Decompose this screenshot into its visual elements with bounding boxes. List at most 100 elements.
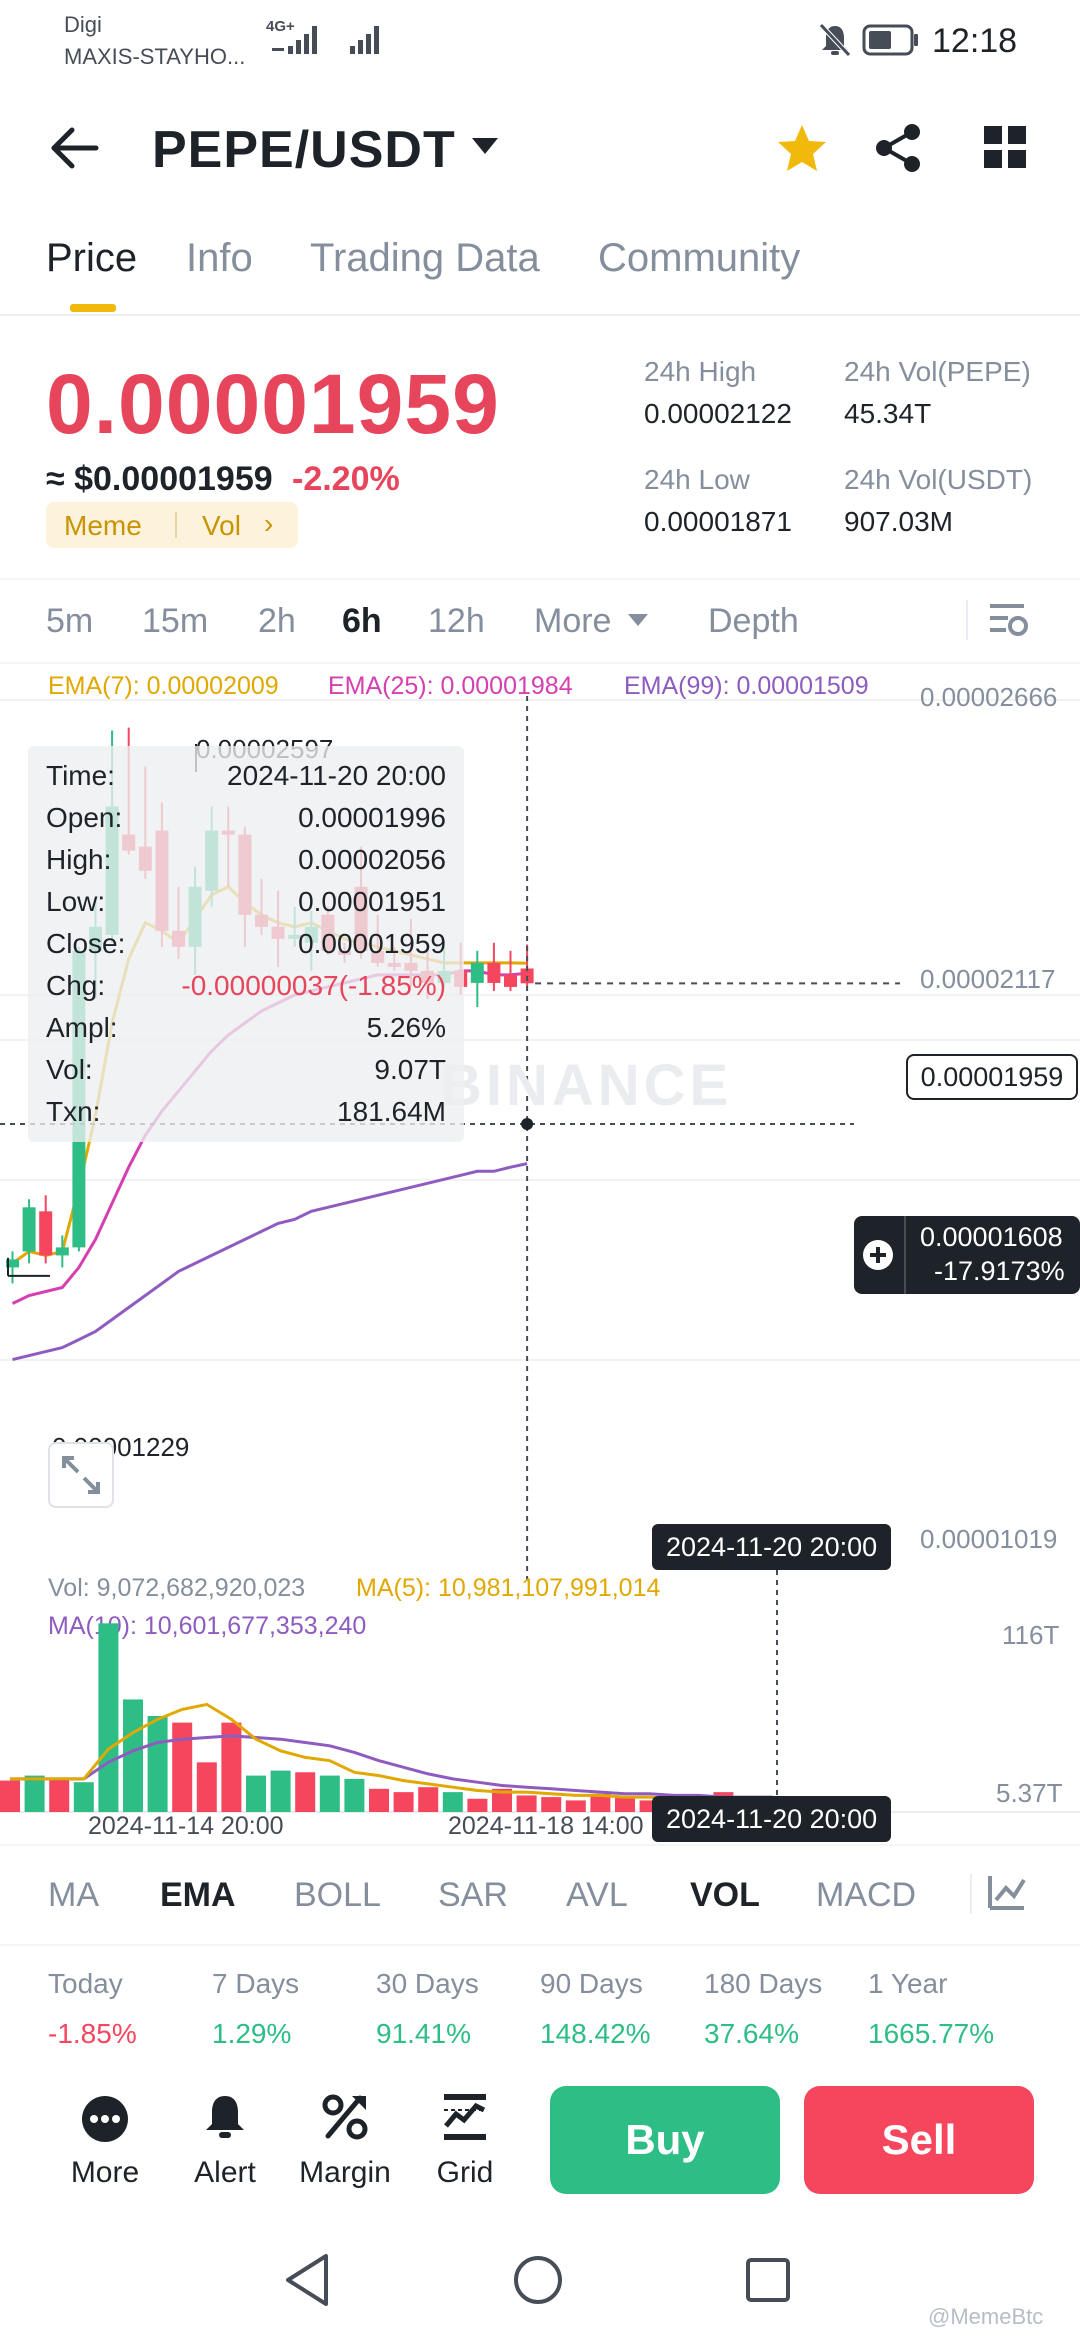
tab-info[interactable]: Info bbox=[186, 236, 253, 281]
tab-community[interactable]: Community bbox=[598, 236, 800, 281]
more-caret-icon[interactable] bbox=[628, 614, 648, 628]
margin-action-label[interactable]: Margin bbox=[285, 2156, 405, 2190]
tag-vol[interactable]: Vol bbox=[202, 510, 241, 542]
back-arrow-icon[interactable] bbox=[46, 120, 102, 176]
performance-value: 1665.77% bbox=[868, 2018, 995, 2049]
volume-bar bbox=[344, 1778, 365, 1812]
candle[interactable] bbox=[470, 950, 484, 1007]
tag-meme[interactable]: Meme bbox=[64, 510, 142, 542]
more-icon[interactable] bbox=[80, 2094, 130, 2144]
intervals-top-divider bbox=[0, 578, 1080, 580]
volume-bar bbox=[98, 1623, 119, 1812]
tab-trading-data[interactable]: Trading Data bbox=[310, 236, 540, 281]
plus-circle-icon[interactable] bbox=[854, 1216, 902, 1294]
tag-chips[interactable]: Meme Vol › bbox=[46, 502, 298, 548]
y-axis-label-top: 0.00002666 bbox=[920, 682, 1058, 712]
carrier-name: Digi bbox=[64, 12, 102, 37]
sell-button[interactable]: Sell bbox=[804, 2086, 1034, 2194]
interval-5m[interactable]: 5m bbox=[46, 602, 93, 641]
volume-bar bbox=[172, 1722, 193, 1812]
indicator-macd[interactable]: MACD bbox=[816, 1876, 916, 1915]
candle[interactable] bbox=[55, 1235, 69, 1268]
performance-value: 91.41% bbox=[376, 2018, 471, 2049]
indicator-settings-icon[interactable] bbox=[986, 1872, 1030, 1914]
stat-24h-vol-usdt-label: 24h Vol(USDT) bbox=[844, 464, 1033, 495]
share-icon[interactable] bbox=[874, 122, 924, 174]
margin-icon[interactable] bbox=[320, 2092, 370, 2142]
interval-6h[interactable]: 6h bbox=[342, 602, 382, 641]
nav-recents-icon[interactable] bbox=[744, 2256, 792, 2304]
indicators-top-divider bbox=[0, 1844, 1080, 1846]
crosshair-value-box[interactable]: 0.00001608 -17.9173% bbox=[854, 1216, 1080, 1294]
performance-label: 30 Days bbox=[376, 1968, 479, 1999]
chart-settings-icon[interactable] bbox=[986, 600, 1030, 640]
volume-bar bbox=[196, 1762, 217, 1812]
tooltip-value: 0.00001959 bbox=[298, 928, 446, 959]
tooltip-key: Chg: bbox=[46, 970, 106, 1001]
tooltip-key: Open: bbox=[46, 802, 123, 833]
grid-action-label[interactable]: Grid bbox=[405, 2156, 525, 2190]
interval-depth[interactable]: Depth bbox=[708, 602, 799, 641]
more-action-label[interactable]: More bbox=[45, 2156, 165, 2190]
candle-tooltip: Time: 2024-11-20 20:00 Open: 0.00001996 High… bbox=[28, 746, 464, 1142]
stat-24h-vol-pepe-value: 45.34T bbox=[844, 398, 932, 429]
crosshair-date-pill: 2024-11-20 20:00 bbox=[652, 1524, 892, 1570]
stat-24h-vol-usdt-value: 907.03M bbox=[844, 506, 953, 537]
carrier-name-2: MAXIS-STAYHO... bbox=[64, 44, 246, 69]
volume-chart[interactable] bbox=[0, 1570, 1080, 1820]
performance-value: 1.29% bbox=[212, 2018, 292, 2049]
dropdown-caret-icon[interactable] bbox=[470, 136, 500, 156]
indicator-vol[interactable]: VOL bbox=[690, 1876, 760, 1915]
stat-24h-vol-pepe-label: 24h Vol(PEPE) bbox=[844, 356, 1031, 387]
stat-24h-high-label: 24h High bbox=[644, 356, 757, 387]
indicator-ma[interactable]: MA bbox=[48, 1876, 99, 1915]
volume-bar bbox=[24, 1775, 45, 1812]
crosshair-box-divider bbox=[904, 1216, 906, 1294]
interval-separator bbox=[966, 600, 968, 640]
candle-body bbox=[504, 974, 517, 987]
battery-icon bbox=[862, 24, 918, 56]
last-price: 0.00001959 bbox=[46, 357, 500, 451]
volume-bar bbox=[369, 1788, 389, 1812]
indicator-ema[interactable]: EMA bbox=[160, 1876, 236, 1915]
performance-label: 7 Days bbox=[212, 1968, 300, 1999]
interval-more[interactable]: More bbox=[534, 602, 611, 641]
nav-home-icon[interactable] bbox=[512, 2254, 564, 2306]
performance-value: -1.85% bbox=[48, 2018, 137, 2049]
alert-action-label[interactable]: Alert bbox=[165, 2156, 285, 2190]
interval-15m[interactable]: 15m bbox=[142, 602, 208, 641]
performance-value: 37.64% bbox=[704, 2018, 799, 2049]
candle[interactable] bbox=[487, 942, 501, 991]
indicator-sar[interactable]: SAR bbox=[438, 1876, 508, 1915]
candle[interactable] bbox=[39, 1195, 53, 1264]
candle-body bbox=[55, 1247, 69, 1256]
tab-active-indicator bbox=[70, 304, 116, 312]
expand-chart-button[interactable] bbox=[48, 1442, 114, 1508]
clock: 12:18 bbox=[932, 22, 1018, 60]
volume-bar bbox=[615, 1797, 635, 1812]
stat-24h-low-label: 24h Low bbox=[644, 464, 750, 495]
buy-button[interactable]: Buy bbox=[550, 2086, 780, 2194]
interval-2h[interactable]: 2h bbox=[258, 602, 296, 641]
performance-label: Today bbox=[48, 1968, 123, 1999]
performance-label: 180 Days bbox=[704, 1968, 823, 1999]
volume-bar bbox=[565, 1800, 586, 1812]
star-icon[interactable] bbox=[776, 122, 828, 174]
grid-icon[interactable] bbox=[984, 126, 1026, 168]
pair-title[interactable]: PEPE/USDT bbox=[152, 120, 456, 180]
indicator-boll[interactable]: BOLL bbox=[294, 1876, 381, 1915]
nav-back-icon[interactable] bbox=[282, 2252, 332, 2308]
candle[interactable] bbox=[504, 950, 517, 991]
performance-label: 90 Days bbox=[540, 1968, 643, 1999]
alert-bell-icon[interactable] bbox=[202, 2092, 248, 2144]
grid-bot-icon[interactable] bbox=[442, 2092, 488, 2142]
tab-price[interactable]: Price bbox=[46, 236, 137, 281]
interval-12h[interactable]: 12h bbox=[428, 602, 485, 641]
current-price-tag: 0.00001959 bbox=[906, 1054, 1078, 1100]
tooltip-value: 0.00001996 bbox=[298, 802, 446, 833]
indicator-avl[interactable]: AVL bbox=[566, 1876, 628, 1915]
volume-bar bbox=[516, 1795, 537, 1812]
tooltip-key: Vol: bbox=[46, 1054, 93, 1085]
volume-bar bbox=[147, 1716, 168, 1812]
volume-bar bbox=[418, 1787, 439, 1812]
